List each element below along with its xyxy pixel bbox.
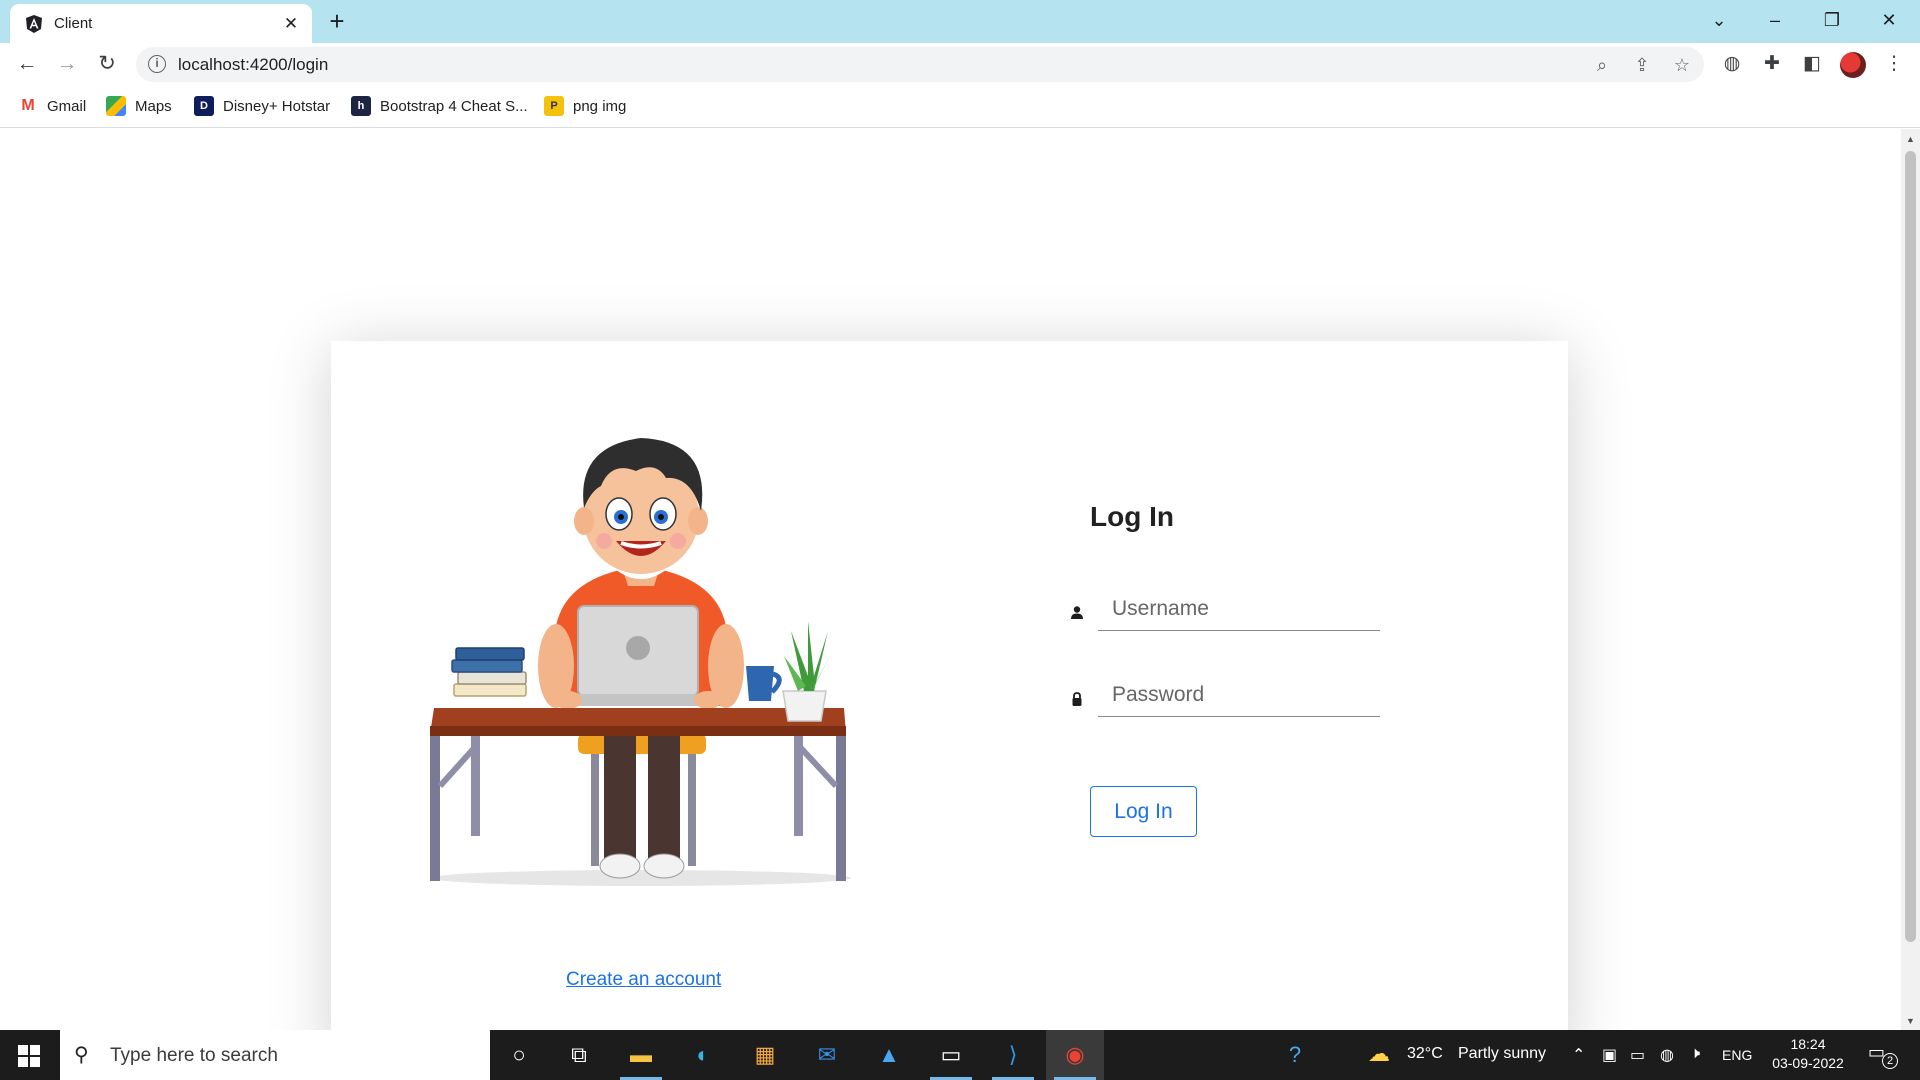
- restore-button[interactable]: ❐: [1809, 4, 1855, 36]
- globe-extension-icon[interactable]: ◍: [1720, 52, 1744, 76]
- hotstar-icon: D: [194, 96, 214, 116]
- tab-search-icon[interactable]: ⌄: [1696, 4, 1742, 36]
- taskbar-clock[interactable]: 18:24 03-09-2022: [1766, 1035, 1850, 1073]
- bookmark-label: Bootstrap 4 Cheat S...: [380, 97, 528, 115]
- extensions-puzzle-icon[interactable]: ✚: [1760, 52, 1784, 76]
- reload-button[interactable]: ↻: [91, 48, 123, 80]
- meet-now-icon[interactable]: ▣: [1602, 1045, 1617, 1065]
- chrome-icon[interactable]: ◉: [1046, 1030, 1104, 1080]
- weather-icon[interactable]: ☁: [1368, 1041, 1390, 1067]
- bookmark-star-icon[interactable]: ☆: [1670, 53, 1694, 77]
- bookmark-label: Maps: [135, 97, 172, 115]
- address-bar[interactable]: i localhost:4200/login ⌕ ⇪ ☆: [136, 47, 1704, 82]
- side-panel-icon[interactable]: ◧: [1800, 52, 1824, 76]
- taskbar-search-placeholder: Type here to search: [110, 1045, 278, 1066]
- minimize-button[interactable]: –: [1752, 4, 1798, 36]
- create-account-link[interactable]: Create an account: [566, 969, 721, 991]
- user-icon: [1071, 606, 1083, 619]
- bookmark-png-img[interactable]: P png img: [544, 94, 626, 118]
- weather-temp[interactable]: 32°C: [1407, 1045, 1443, 1063]
- username-input[interactable]: [1098, 588, 1380, 630]
- bookmark-label: png img: [573, 97, 627, 115]
- tab-title: Client: [54, 15, 93, 32]
- windows-start-icon[interactable]: [18, 1045, 40, 1067]
- edge-browser-icon[interactable]: ◐: [674, 1030, 732, 1080]
- browser-titlebar: Client ✕ + ⌄ – ❐ ✕: [0, 0, 1920, 43]
- scroll-down-icon[interactable]: ▼: [1901, 1013, 1920, 1029]
- boy-at-desk-illustration: [430, 438, 851, 886]
- close-tab-icon[interactable]: ✕: [280, 13, 302, 35]
- chevron-up-icon[interactable]: ⌃: [1572, 1045, 1585, 1065]
- page-viewport: Create an account Log In Log In: [0, 129, 1900, 1061]
- weather-condition[interactable]: Partly sunny: [1458, 1045, 1546, 1063]
- login-title: Log In: [1090, 501, 1174, 532]
- page-scrollbar[interactable]: ▲ ▼: [1901, 129, 1920, 1030]
- address-url[interactable]: localhost:4200/login: [178, 55, 328, 75]
- site-info-icon[interactable]: i: [148, 55, 166, 73]
- lock-icon: [1072, 692, 1082, 706]
- bookmark-hotstar[interactable]: D Disney+ Hotstar: [194, 94, 330, 118]
- network-globe-icon[interactable]: ◍: [1660, 1045, 1674, 1065]
- close-window-button[interactable]: ✕: [1866, 4, 1912, 36]
- menu-kebab-icon[interactable]: ⋮: [1882, 52, 1906, 76]
- password-field[interactable]: [1098, 674, 1380, 717]
- forward-button[interactable]: →: [51, 48, 83, 80]
- battery-icon[interactable]: ▭: [1630, 1045, 1645, 1065]
- browser-toolbar: ← → ↻ i localhost:4200/login ⌕ ⇪ ☆ ◍ ✚ ◧…: [0, 43, 1920, 86]
- bookmarks-bar: M Gmail Maps D Disney+ Hotstar h Bootstr…: [0, 86, 1920, 128]
- photos-icon[interactable]: ▲: [860, 1030, 918, 1080]
- vscode-icon[interactable]: ⟩: [984, 1030, 1042, 1080]
- back-button[interactable]: ←: [11, 48, 43, 80]
- bookmark-label: Gmail: [47, 97, 87, 115]
- scroll-up-icon[interactable]: ▲: [1901, 131, 1920, 147]
- help-icon[interactable]: ?: [1266, 1030, 1324, 1080]
- bookmark-maps[interactable]: Maps: [106, 94, 172, 118]
- login-card: Create an account Log In Log In: [331, 341, 1568, 1061]
- microsoft-store-icon[interactable]: ▦: [736, 1030, 794, 1080]
- browser-tab[interactable]: Client ✕: [10, 4, 312, 43]
- taskbar-search-box[interactable]: ⚲ Type here to search: [60, 1030, 490, 1080]
- bookmark-bootstrap[interactable]: h Bootstrap 4 Cheat S...: [351, 94, 528, 118]
- mail-icon[interactable]: ✉: [798, 1030, 856, 1080]
- notification-count: 2: [1882, 1053, 1898, 1069]
- bootstrap-icon: h: [351, 96, 371, 116]
- task-view-icon[interactable]: ⧉: [550, 1030, 608, 1080]
- search-icon: ⚲: [74, 1044, 89, 1066]
- volume-icon[interactable]: 🕨: [1690, 1045, 1700, 1063]
- bookmark-label: Disney+ Hotstar: [223, 97, 331, 115]
- login-button[interactable]: Log In: [1090, 786, 1197, 837]
- terminal-icon[interactable]: ▭: [922, 1030, 980, 1080]
- file-explorer-icon[interactable]: ▬: [612, 1030, 670, 1080]
- angular-icon: [26, 15, 42, 33]
- share-icon[interactable]: ⇪: [1630, 53, 1654, 77]
- language-indicator[interactable]: ENG: [1722, 1047, 1752, 1063]
- gmail-icon: M: [18, 96, 38, 116]
- clock-time: 18:24: [1790, 1036, 1826, 1052]
- cortana-icon[interactable]: ○: [490, 1030, 548, 1080]
- scroll-thumb[interactable]: [1905, 151, 1916, 942]
- png-icon: P: [544, 96, 564, 116]
- profile-avatar[interactable]: [1840, 52, 1866, 78]
- maps-icon: [106, 96, 126, 116]
- username-field[interactable]: [1098, 588, 1380, 631]
- windows-taskbar: ⚲ Type here to search ○ ⧉ ▬ ◐ ▦ ✉ ▲ ▭ ⟩ …: [0, 1030, 1920, 1080]
- notification-center-icon[interactable]: ▭ 2: [1868, 1042, 1898, 1069]
- password-input[interactable]: [1098, 674, 1380, 716]
- bookmark-gmail[interactable]: M Gmail: [18, 94, 86, 118]
- new-tab-button[interactable]: +: [323, 8, 351, 36]
- clock-date: 03-09-2022: [1772, 1055, 1844, 1071]
- zoom-icon[interactable]: ⌕: [1590, 53, 1614, 77]
